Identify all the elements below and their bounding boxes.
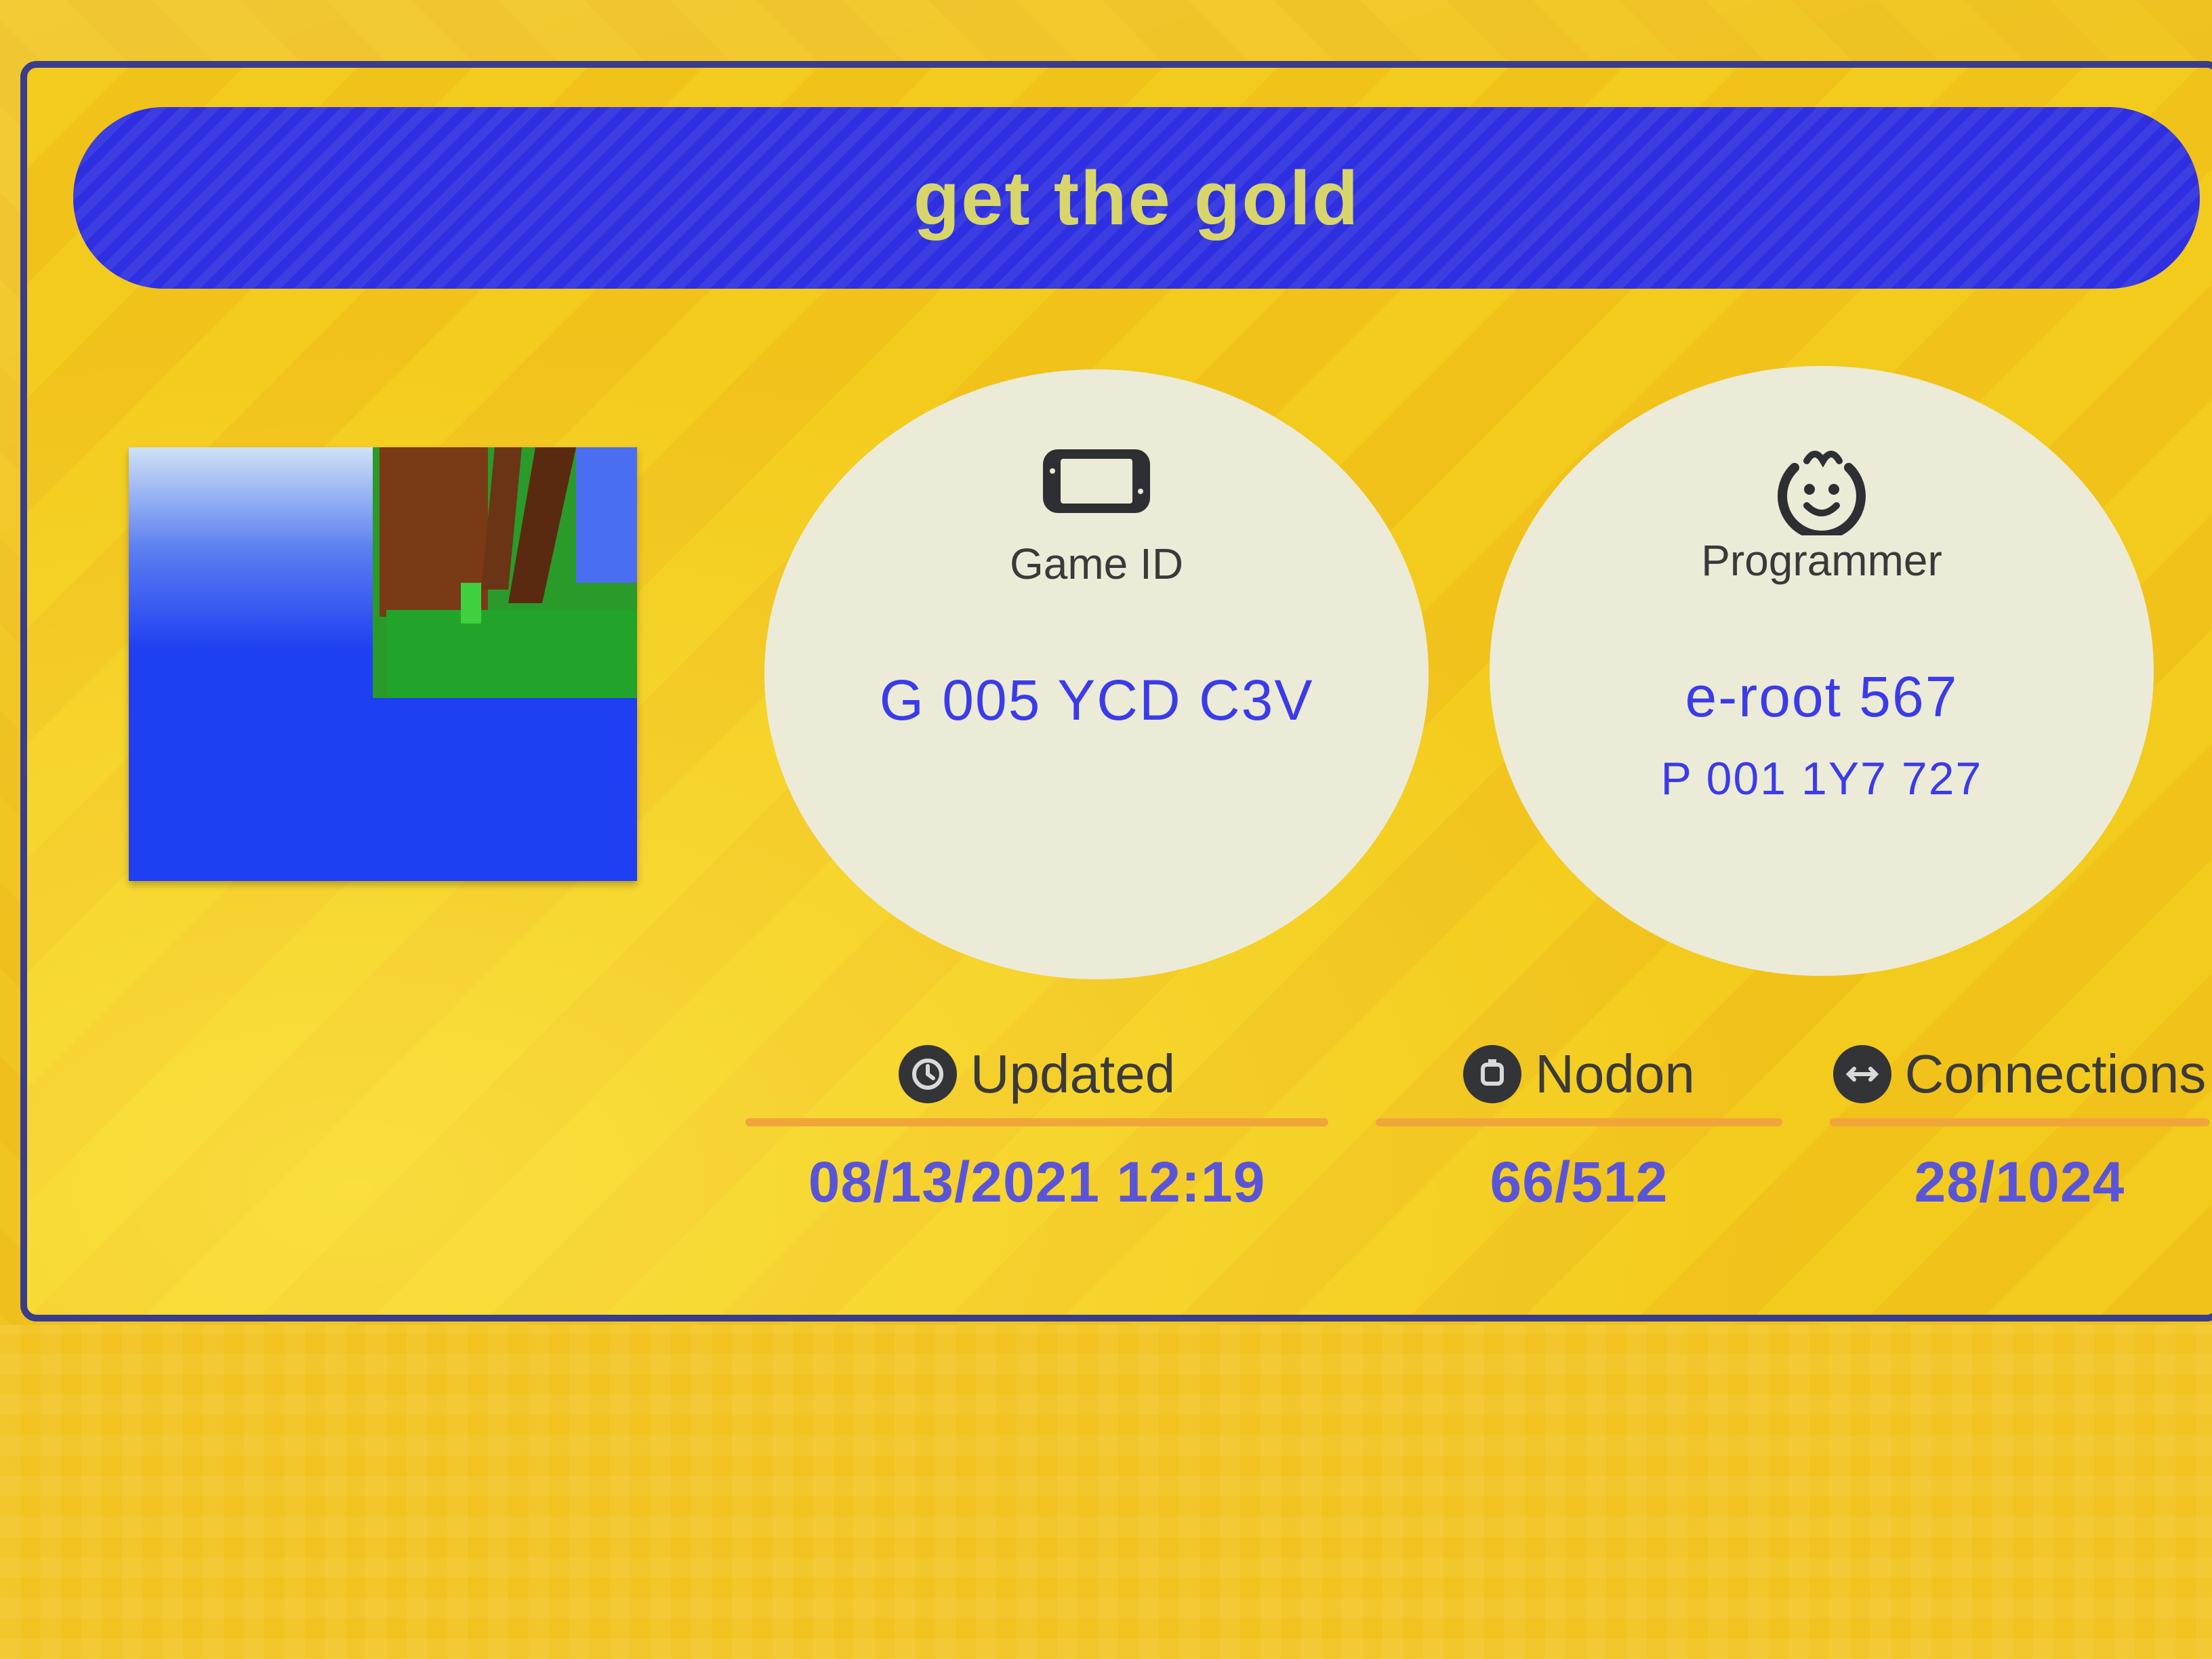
nodon-value: 66/512 [1490, 1150, 1668, 1214]
game-id-label: Game ID [1009, 539, 1184, 588]
nodon-stat: Nodon 66/512 [1376, 1037, 1782, 1215]
updated-divider [745, 1118, 1328, 1126]
game-id-value: G 005 YCD C3V [879, 668, 1314, 732]
connections-label: Connections [1904, 1044, 2207, 1104]
connections-stat: Connections 28/1024 [1830, 1037, 2209, 1215]
programmer-id: P 001 1Y7 727 [1660, 753, 1983, 804]
clock-icon [898, 1045, 957, 1103]
connections-value: 28/1024 [1914, 1150, 2125, 1214]
updated-stat: Updated 08/13/2021 12:19 [745, 1037, 1328, 1215]
programmer-name: e-root 567 [1685, 665, 1959, 729]
programmer-label: Programmer [1701, 536, 1942, 585]
handheld-console-icon [1043, 449, 1150, 513]
game-title: get the gold [913, 155, 1360, 241]
programmer-card[interactable]: Programmer e-root 567 P 001 1Y7 727 [1490, 366, 2154, 976]
game-title-banner: get the gold [73, 107, 2200, 289]
nodon-divider [1376, 1118, 1782, 1126]
updated-label: Updated [970, 1044, 1176, 1104]
connections-icon [1832, 1045, 1891, 1103]
game-details-screen: get the gold Game ID G 005 YCD C3V Progr… [0, 0, 2212, 1659]
nodon-label: Nodon [1535, 1044, 1695, 1104]
updated-value: 08/13/2021 12:19 [808, 1150, 1266, 1214]
game-id-card: Game ID G 005 YCD C3V [764, 369, 1429, 979]
lower-background [0, 1325, 2212, 1659]
game-thumbnail[interactable] [129, 447, 637, 881]
nodon-icon [1463, 1045, 1522, 1103]
game-thumbnail-image [129, 447, 637, 881]
connections-divider [1830, 1118, 2209, 1126]
smiley-face-icon [1778, 451, 1866, 535]
